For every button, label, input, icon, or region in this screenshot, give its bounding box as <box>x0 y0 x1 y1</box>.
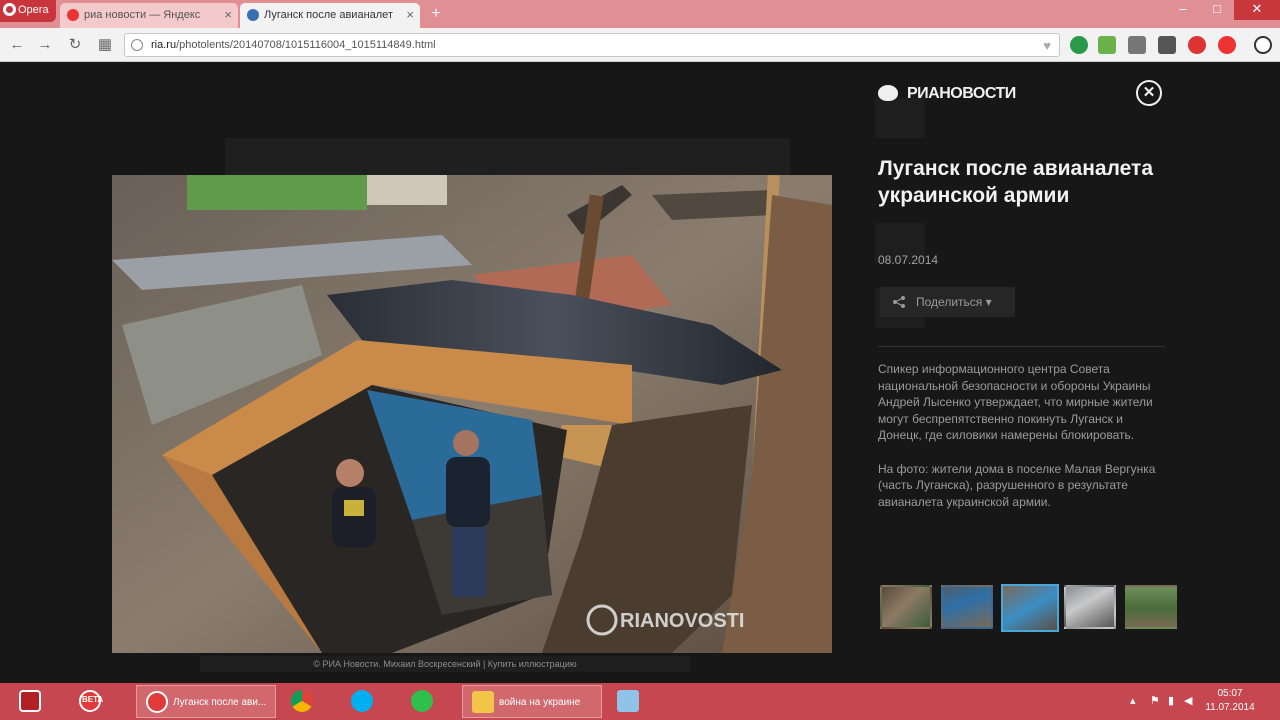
tray-arrow-icon[interactable]: ▴ <box>1130 683 1136 720</box>
thumbnail-3-selected[interactable] <box>1001 584 1059 632</box>
reload-icon[interactable]: ↻ <box>66 36 84 54</box>
minimize-button[interactable]: – <box>1166 0 1200 20</box>
share-icon <box>893 296 905 308</box>
share-label: Поделиться ▾ <box>916 295 992 309</box>
taskbar-skype[interactable] <box>342 685 400 718</box>
thumbnail-1[interactable] <box>880 585 932 629</box>
opera-icon <box>146 691 168 713</box>
description-paragraph: Спикер информационного центра Совета нац… <box>878 362 1153 442</box>
url-text: ria.ru/photolents/20140708/1015116004_10… <box>151 39 436 51</box>
taskbar-label: война на украине <box>499 697 581 708</box>
taskbar-label: Луганск после ави... <box>173 697 267 708</box>
media-icon <box>617 690 639 712</box>
new-tab-button[interactable]: + <box>426 4 446 24</box>
photo-watermark-text: RIANOVOSTI <box>620 610 744 632</box>
description-paragraph: На фото: жители дома в поселке Малая Вер… <box>878 461 1156 509</box>
ria-logo-text: РИАНОВОСТИ <box>907 85 1016 102</box>
taskbar-opera-beta[interactable]: BETA <box>70 685 128 718</box>
gallery-photo[interactable]: RIANOVOSTI <box>112 175 832 653</box>
thumbnail-5[interactable] <box>1125 585 1177 629</box>
maximize-button[interactable]: □ <box>1200 0 1234 20</box>
folder-icon <box>472 691 494 713</box>
extension-q-icon[interactable] <box>1070 36 1088 54</box>
close-gallery-button[interactable]: ✕ <box>1136 80 1162 106</box>
tab-close-icon[interactable]: × <box>406 3 414 27</box>
skype-icon <box>351 690 373 712</box>
forward-icon[interactable]: → <box>36 36 54 54</box>
ria-globe-icon <box>878 85 898 101</box>
browser-toolbar: ← → ↻ ▦ ria.ru/photolents/20140708/10151… <box>0 28 1280 62</box>
windows-taskbar: BETA Луганск после ави... война на украи… <box>0 683 1280 720</box>
taskbar-opera-window[interactable]: Луганск после ави... <box>136 685 276 718</box>
clock-time: 05:07 <box>1217 688 1243 699</box>
mail-agent-icon <box>411 690 433 712</box>
download-icon[interactable] <box>1098 36 1116 54</box>
settings-power-icon[interactable] <box>1254 36 1272 54</box>
chrome-icon <box>291 690 313 712</box>
background-page-header <box>225 138 790 178</box>
taskbar-chrome[interactable] <box>282 685 340 718</box>
clock-date: 11.07.2014 <box>1205 702 1255 713</box>
close-window-button[interactable]: ✕ <box>1234 0 1280 20</box>
tab-title: Луганск после авианалет <box>264 9 393 21</box>
divider <box>878 346 1165 347</box>
opera-menu-label: Opera <box>18 4 49 16</box>
speed-dial-icon[interactable]: ▦ <box>96 36 114 54</box>
power-icon <box>19 690 41 712</box>
tab-ria-lugansk[interactable]: Луганск после авианалет × <box>240 3 420 28</box>
taskbar-mail-agent[interactable] <box>402 685 460 718</box>
taskbar-power[interactable] <box>10 685 68 718</box>
gallery-date: 08.07.2014 <box>878 253 939 267</box>
back-icon[interactable]: ← <box>8 36 26 54</box>
taskbar-explorer-folder[interactable]: война на украине <box>462 685 602 718</box>
photo-caption[interactable]: © РИА Новости. Михаил Воскресенский | Ку… <box>200 656 690 672</box>
browser-tab-strip: Opera риа новости — Яндекс × Луганск пос… <box>0 0 1280 28</box>
extension-puzzle-icon[interactable] <box>1158 36 1176 54</box>
share-button[interactable]: Поделиться ▾ <box>880 287 1015 317</box>
thumbnail-4[interactable] <box>1064 585 1116 629</box>
gallery-overlay: RIANOVOSTI © РИА Новости. Михаил Воскрес… <box>0 63 1280 683</box>
tab-yandex[interactable]: риа новости — Яндекс × <box>60 3 238 28</box>
thumbnail-2[interactable] <box>941 585 993 629</box>
beta-label: BETA <box>82 695 104 704</box>
taskbar-media[interactable] <box>608 685 666 718</box>
address-bar[interactable]: ria.ru/photolents/20140708/1015116004_10… <box>124 33 1060 57</box>
photo-description: Спикер информационного центра Совета нац… <box>878 361 1163 527</box>
opera-logo-icon <box>3 3 16 16</box>
taskbar-clock[interactable]: 05:07 11.07.2014 <box>1200 687 1260 715</box>
globe-icon <box>131 39 143 51</box>
tab-close-icon[interactable]: × <box>224 3 232 27</box>
ria-favicon-icon <box>247 9 259 21</box>
gallery-title: Луганск после авианалета украинской арми… <box>878 157 1154 207</box>
bookmark-heart-icon[interactable]: ♥ <box>1043 38 1051 53</box>
extension-red-icon[interactable] <box>1188 36 1206 54</box>
opera-menu-button[interactable]: Opera <box>0 0 56 22</box>
tray-volume-icon[interactable]: ◀ <box>1184 683 1192 720</box>
yandex-favicon-icon <box>67 9 79 21</box>
tray-network-icon[interactable]: ▮ <box>1168 683 1174 720</box>
tray-flag-icon[interactable]: ⚑ <box>1150 683 1160 720</box>
adblock-icon[interactable] <box>1218 36 1236 54</box>
tab-title: риа новости — Яндекс <box>84 9 201 21</box>
extension-tools-icon[interactable] <box>1128 36 1146 54</box>
